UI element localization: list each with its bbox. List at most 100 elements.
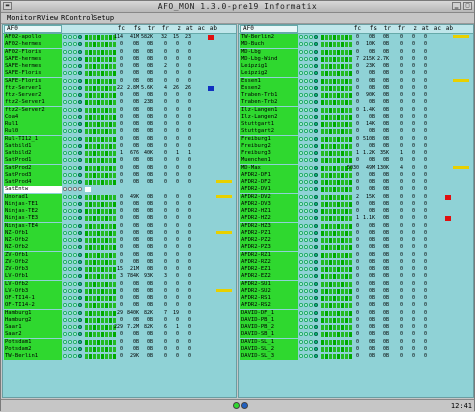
host-name[interactable]: Freiburg1 xyxy=(240,135,298,143)
host-row[interactable]: Leipzig1 0 23K 0B 0 0 0 xyxy=(239,63,473,70)
host-row[interactable]: Potsdam1 0 0B 0B 0 0 0 xyxy=(3,338,236,346)
host-name[interactable]: Hamburg1 xyxy=(4,309,62,317)
menu-setup[interactable]: Setup xyxy=(93,13,114,23)
host-row[interactable]: ZV-Ofb3 15 21M 0B 0 0 0 xyxy=(3,266,236,273)
host-row[interactable]: LV-Ofb3 0 0B 0B 0 0 0 xyxy=(3,287,236,295)
host-name[interactable]: AFDR2-DV1 xyxy=(240,186,298,194)
host-name[interactable]: Freiburg2 xyxy=(240,142,298,150)
host-name[interactable]: ftz-Server2 xyxy=(4,92,62,99)
host-name[interactable]: AFDR2-HZ3 xyxy=(240,222,298,230)
host-name[interactable]: MD-Max xyxy=(240,164,298,172)
host-row[interactable]: Ninjas-TE4 0 0B 0B 0 0 0 xyxy=(3,222,236,230)
host-name[interactable]: Coa4 xyxy=(4,113,62,121)
host-name[interactable]: Leipzig2 xyxy=(240,70,298,78)
host-row[interactable]: DAVID-SL_3 0 0B 0B 0 0 0 xyxy=(239,353,473,360)
host-name[interactable]: SAFE-hermes xyxy=(4,63,62,70)
host-row[interactable]: TW-Berlin1 0 29K 0B 0 0 0 xyxy=(3,353,236,360)
host-name[interactable]: AF02-apollo xyxy=(4,34,62,41)
host-name[interactable]: ZV-Ofb3 xyxy=(4,266,62,273)
host-name[interactable]: ftz-Server1 xyxy=(4,84,62,92)
host-name[interactable]: DAVID-SL_2 xyxy=(240,345,298,353)
host-name[interactable]: SAFE-Floris xyxy=(4,77,62,85)
host-name[interactable]: DAVID-DF_1 xyxy=(240,309,298,317)
host-name[interactable]: Potsdam2 xyxy=(4,345,62,353)
host-row[interactable]: AFDR2-RS2 0 0B 0B 0 0 0 xyxy=(239,302,473,310)
host-name[interactable]: AFDR2-EZ2 xyxy=(240,273,298,281)
host-name[interactable]: AFDR2-SU1 xyxy=(240,280,298,288)
menu-rcontrol[interactable]: RControl xyxy=(61,13,95,23)
host-name[interactable]: AF02-Floris xyxy=(4,48,62,56)
host-row[interactable]: AF02-Floris 0 0B 0B 0 0 0 xyxy=(3,48,236,56)
host-row[interactable]: Rul0 0 0B 0B 0 0 0 xyxy=(3,128,236,136)
host-name[interactable]: AFDR2-EZ1 xyxy=(240,266,298,273)
host-name[interactable]: Saar2 xyxy=(4,331,62,339)
host-row[interactable]: AFDR2-PZ1 0 0B 0B 0 0 0 xyxy=(239,229,473,237)
column-header-fr[interactable]: fr xyxy=(395,25,405,33)
host-name[interactable]: MD-Lbg xyxy=(240,48,298,56)
host-name[interactable]: Potsdam1 xyxy=(4,338,62,346)
host-name[interactable]: DAVID-SB_1 xyxy=(240,331,298,339)
host-row[interactable]: SAFE-Floris 0 0B 0B 0 0 0 xyxy=(3,70,236,78)
host-row[interactable]: SatProd4 0 0B 0B 0 0 0 xyxy=(3,179,236,186)
host-name[interactable]: LV-Ofb2 xyxy=(4,280,62,288)
host-name[interactable]: AFDR2-RS1 xyxy=(240,295,298,302)
host-name[interactable]: Essen2 xyxy=(240,84,298,92)
host-name[interactable]: DAVID-PB_2 xyxy=(240,324,298,331)
host-row[interactable]: MD-Buch 0 10K 0B 0 0 0 xyxy=(239,41,473,49)
host-row[interactable]: Essen2 0 0B 0B 0 0 0 xyxy=(239,84,473,92)
host-row[interactable]: AFDR2-EZ1 0 0B 0B 0 0 0 xyxy=(239,266,473,273)
host-name[interactable]: Stuttgart1 xyxy=(240,121,298,128)
host-name[interactable]: DAVID-PB_1 xyxy=(240,316,298,324)
column-header-ab[interactable]: ab xyxy=(443,25,453,33)
host-row[interactable]: SatProd1 0 0B 0B 0 0 0 xyxy=(3,157,236,165)
host-name[interactable]: Muenchen1 xyxy=(240,157,298,165)
host-name[interactable]: SatProd4 xyxy=(4,179,62,186)
host-row[interactable]: ZV-Ofb2 0 0B 0B 0 0 0 xyxy=(3,258,236,266)
host-row[interactable]: Unorad1 0 49K 0B 0 0 0 xyxy=(3,193,236,201)
host-name[interactable]: DAVID-SL_1 xyxy=(240,338,298,346)
host-name[interactable]: OF-TI14-2 xyxy=(4,302,62,310)
host-name[interactable]: SatEntw xyxy=(4,186,62,194)
host-row[interactable]: Rul1 0 0B 0B 0 0 0 xyxy=(3,121,236,128)
host-name[interactable]: Traben-Trb2 xyxy=(240,99,298,107)
host-row[interactable]: AFDR2-DF2 0 0B 0B 0 0 0 xyxy=(239,179,473,186)
host-row[interactable]: AFDR2-PZ3 0 0B 0B 0 0 0 xyxy=(239,244,473,252)
host-row[interactable]: AFDR2-PZ2 0 0B 0B 0 0 0 xyxy=(239,237,473,244)
host-name[interactable]: Ninjas-TE1 xyxy=(4,200,62,208)
host-row[interactable]: Ilz-Langen1 0 1.4K 0B 0 0 0 xyxy=(239,106,473,114)
host-row[interactable]: Satbild1 0 0B 0B 0 0 0 xyxy=(3,142,236,150)
host-row[interactable]: Potsdam2 0 0B 0B 0 0 0 xyxy=(3,345,236,353)
host-row[interactable]: Ninjas-TE3 0 0B 0B 0 0 0 xyxy=(3,215,236,223)
host-row[interactable]: LV-Ofb2 0 0B 0B 0 0 0 xyxy=(3,280,236,288)
host-name[interactable]: LV-Ofb3 xyxy=(4,287,62,295)
column-header-ac[interactable]: ac xyxy=(195,25,205,33)
host-row[interactable]: Freiburg1 0 510B 0B 0 0 0 xyxy=(239,135,473,143)
host-row[interactable]: AFDR2-DV3 0 0B 0B 0 0 0 xyxy=(239,200,473,208)
host-row[interactable]: SAFE-Floris 0 0B 0B 0 0 0 xyxy=(3,77,236,85)
host-row[interactable]: ftz-Server2 0 0B 0B 0 0 0 xyxy=(3,92,236,99)
menu-monitor[interactable]: Monitor xyxy=(7,13,37,23)
host-name[interactable]: MD-Lbg-Wind xyxy=(240,55,298,63)
title-bar[interactable]: ▬ AFO_MON 1.3.0-pre19 Informatix ▁ □ xyxy=(1,1,474,13)
host-name[interactable]: Ninjas-TE2 xyxy=(4,208,62,215)
host-row[interactable]: NZ-Ofb2 0 0B 0B 0 0 0 xyxy=(3,244,236,252)
host-name[interactable]: AFDR2-DV3 xyxy=(240,200,298,208)
host-name[interactable]: AFDR2-DV2 xyxy=(240,193,298,201)
host-row[interactable]: AFDR2-SU1 0 0B 0B 0 0 0 xyxy=(239,280,473,288)
host-row[interactable]: DAVID-SL_1 0 0B 0B 0 0 0 xyxy=(239,338,473,346)
host-name[interactable]: NZ-Ofb2 xyxy=(4,237,62,244)
host-row[interactable]: OF-TI14-2 0 0B 0B 0 0 0 xyxy=(3,302,236,310)
column-header-fc[interactable]: fc xyxy=(115,25,125,33)
host-row[interactable]: NZ-Ofb1 0 0B 0B 0 0 0 xyxy=(3,229,236,237)
host-name[interactable]: SatProd1 xyxy=(4,157,62,165)
host-row[interactable]: SatProd2 0 0B 0B 0 0 0 xyxy=(3,164,236,172)
menu-rview[interactable]: RView xyxy=(37,13,58,23)
host-row[interactable]: AFDR2-SU2 0 0B 0B 0 0 0 xyxy=(239,287,473,295)
host-name[interactable]: Satbild2 xyxy=(4,150,62,157)
host-name[interactable]: AFDR2-PZ2 xyxy=(240,237,298,244)
host-name[interactable]: SAFE-Floris xyxy=(4,70,62,78)
host-name[interactable]: Satbild1 xyxy=(4,142,62,150)
column-header-at[interactable]: at xyxy=(183,25,193,33)
host-row[interactable]: DAVID-PB_2 0 0B 0B 0 0 0 xyxy=(239,324,473,331)
host-row[interactable]: AFDR2-EZ2 0 0B 0B 0 0 0 xyxy=(239,273,473,281)
